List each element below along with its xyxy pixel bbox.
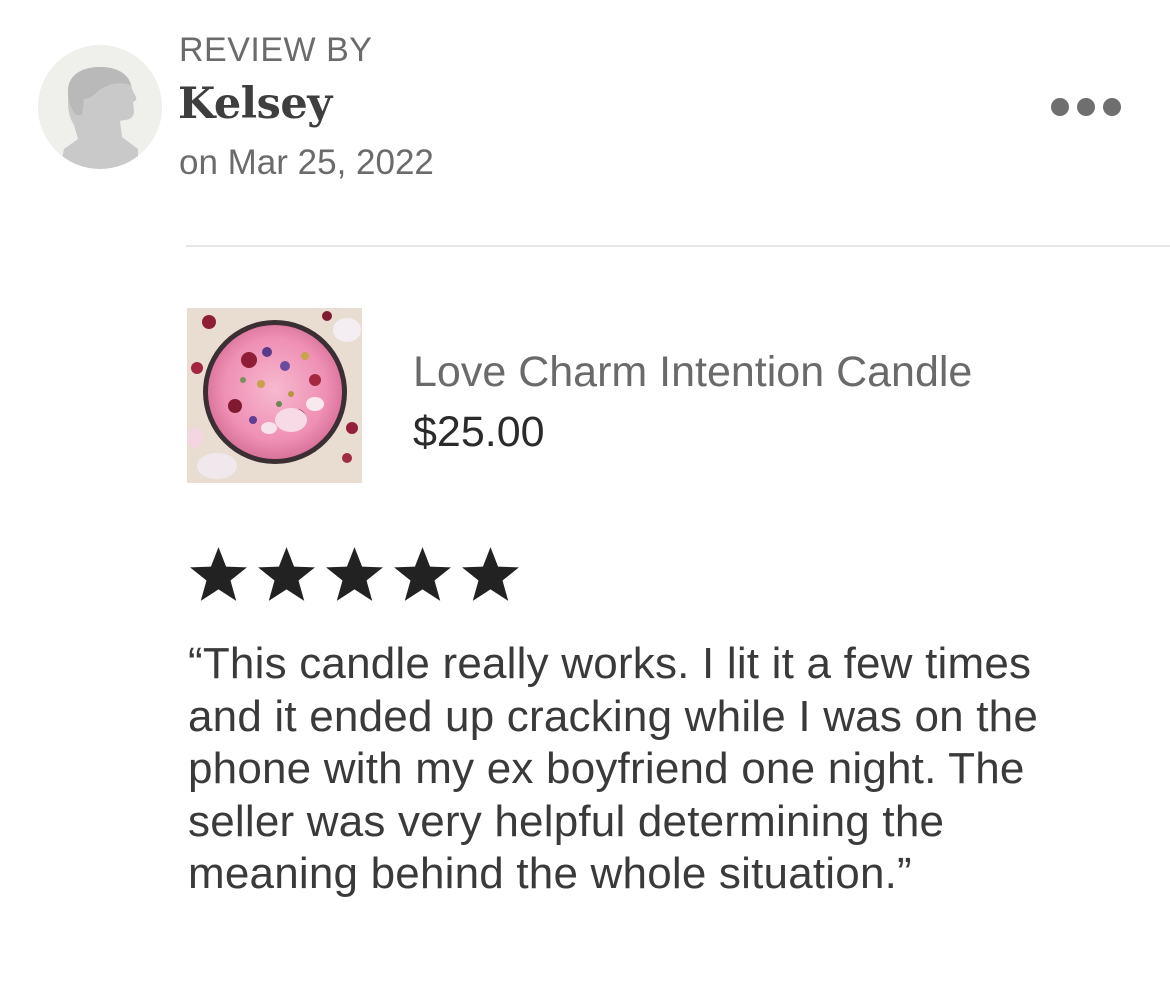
star-filled-icon xyxy=(190,547,247,601)
product-thumbnail[interactable] xyxy=(187,308,362,483)
more-horizontal-icon xyxy=(1051,98,1121,116)
star-filled-icon xyxy=(326,547,383,601)
review-by-label: REVIEW BY xyxy=(179,31,373,69)
candle-photo-image xyxy=(187,308,362,483)
divider xyxy=(186,245,1170,247)
star-filled-icon xyxy=(394,547,451,601)
product-title-link[interactable]: Love Charm Intention Candle xyxy=(413,346,972,398)
more-options-button[interactable] xyxy=(1040,88,1132,126)
review-date: on Mar 25, 2022 xyxy=(179,143,434,182)
reviewer-name[interactable]: Kelsey xyxy=(178,76,332,132)
review-text: “This candle really works. I lit it a fe… xyxy=(188,639,1039,898)
star-rating xyxy=(187,545,522,605)
product-price: $25.00 xyxy=(413,408,545,456)
star-filled-icon xyxy=(462,547,519,601)
default-user-silhouette-icon xyxy=(38,45,162,169)
star-filled-icon xyxy=(258,547,315,601)
avatar xyxy=(38,45,162,169)
